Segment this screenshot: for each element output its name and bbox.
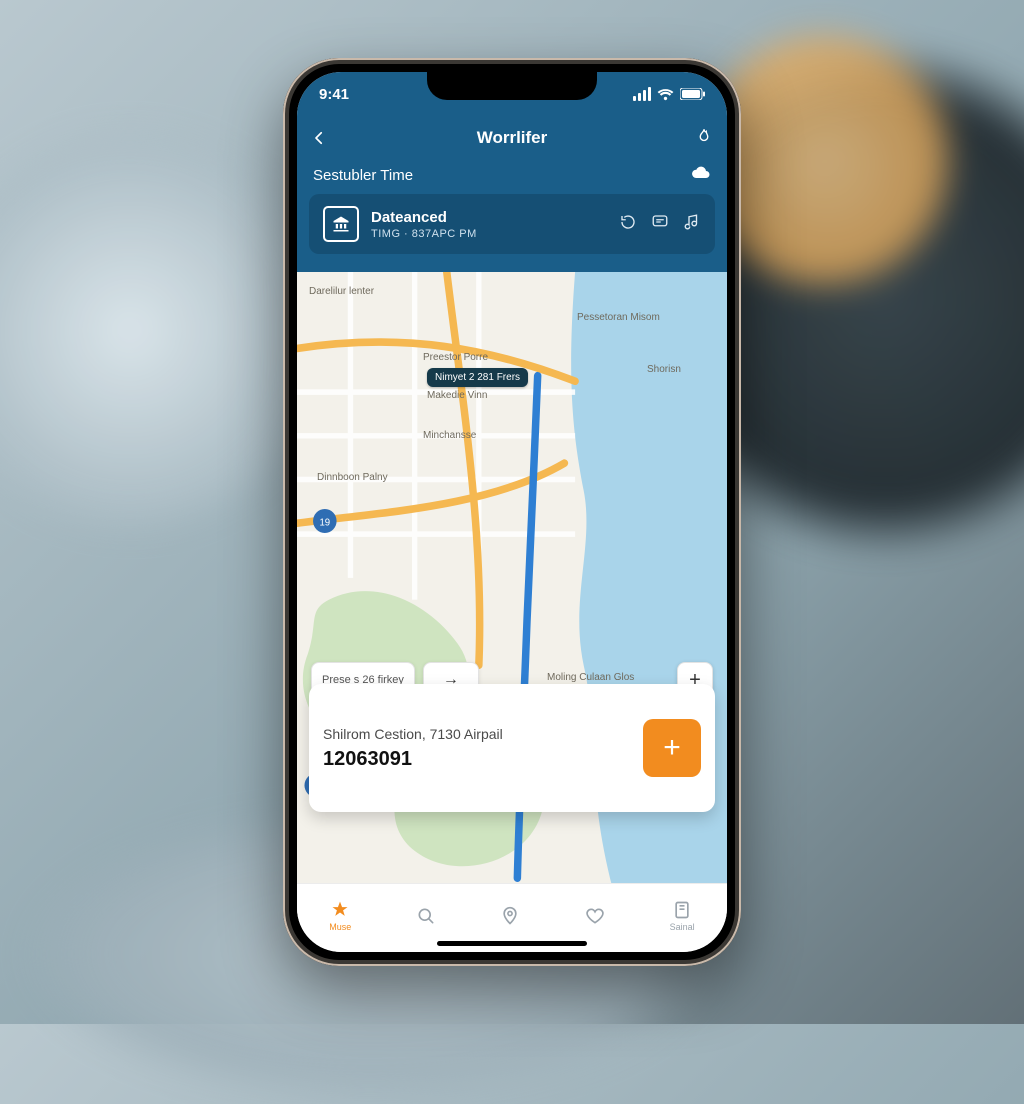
tab-favorites[interactable] (585, 906, 605, 926)
tab-profile[interactable]: Sainal (670, 900, 695, 932)
status-time: 9:41 (319, 86, 349, 103)
svg-text:19: 19 (319, 517, 330, 528)
map-label: Dinnboon Palny (317, 472, 388, 483)
map-label: Moling Culaan Glos (547, 672, 634, 683)
tab-search[interactable] (416, 906, 436, 926)
destination-number: 12063091 (323, 748, 631, 771)
status-icons (633, 87, 705, 101)
map-label: Makedie Vinn (427, 390, 487, 401)
tab-label: Muse (329, 922, 351, 932)
header-subtitle: Sestubler Time (313, 167, 413, 184)
add-destination-button[interactable]: + (643, 719, 701, 777)
page-title: Worrlifer (297, 128, 727, 148)
destination-card[interactable]: Shilrom Cestion, 7130 Airpail 12063091 + (309, 684, 715, 812)
map-label: Minchansse (423, 430, 476, 441)
wifi-icon (657, 88, 674, 101)
home-indicator[interactable] (437, 941, 587, 946)
map-label: Preestor Porre (423, 352, 488, 363)
tab-navigate[interactable] (500, 906, 520, 926)
cloud-icon[interactable] (691, 166, 711, 184)
tab-home[interactable]: Muse (329, 900, 351, 932)
destination-title: Shilrom Cestion, 7130 Airpail (323, 726, 631, 742)
info-card-title: Dateanced (371, 209, 607, 226)
map-label: Pessetoran Misom (577, 312, 660, 323)
battery-icon (680, 88, 705, 100)
map-label: Darelilur lenter (309, 286, 374, 297)
destination-info-card[interactable]: Dateanced TIMG · 837APC Pm (309, 194, 715, 254)
map-view[interactable]: 19 87 Darelilur lenter Preestor Porre Ma… (297, 272, 727, 888)
map-label: Shorisn (647, 364, 681, 375)
tab-label: Sainal (670, 922, 695, 932)
chat-icon[interactable] (651, 213, 669, 236)
cellular-icon (633, 87, 651, 101)
info-card-subtitle: TIMG · 837APC Pm (371, 228, 607, 240)
map-info-badge[interactable]: Nimyet 2 281 Frers (427, 368, 528, 387)
flame-icon[interactable] (695, 127, 713, 150)
bank-icon (323, 206, 359, 242)
music-note-icon[interactable] (683, 213, 701, 236)
refresh-icon[interactable] (619, 213, 637, 236)
